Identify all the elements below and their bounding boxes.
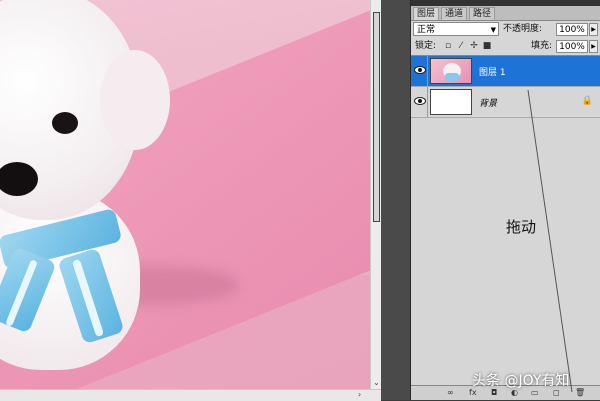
drag-annotation-line xyxy=(527,89,573,393)
drag-annotation-label: 拖动 xyxy=(506,218,537,236)
watermark: 头条 @JOY有知 xyxy=(472,373,570,389)
